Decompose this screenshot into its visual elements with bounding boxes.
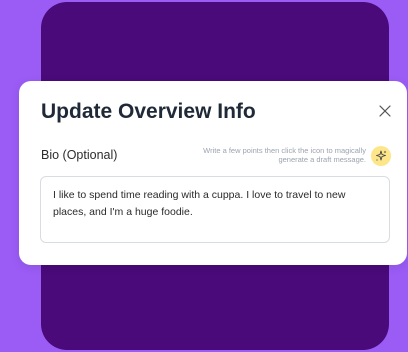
update-overview-modal: Update Overview Info Bio (Optional) Writ… (19, 81, 407, 265)
magic-generate-button[interactable] (371, 146, 391, 166)
sparkle-icon (376, 150, 387, 161)
bio-textarea[interactable]: I like to spend time reading with a cupp… (40, 176, 390, 243)
close-icon (379, 105, 391, 117)
close-button[interactable] (377, 103, 393, 119)
ai-hint-text: Write a few points then click the icon t… (203, 146, 366, 164)
bio-label: Bio (Optional) (41, 148, 118, 162)
modal-title: Update Overview Info (41, 100, 256, 123)
